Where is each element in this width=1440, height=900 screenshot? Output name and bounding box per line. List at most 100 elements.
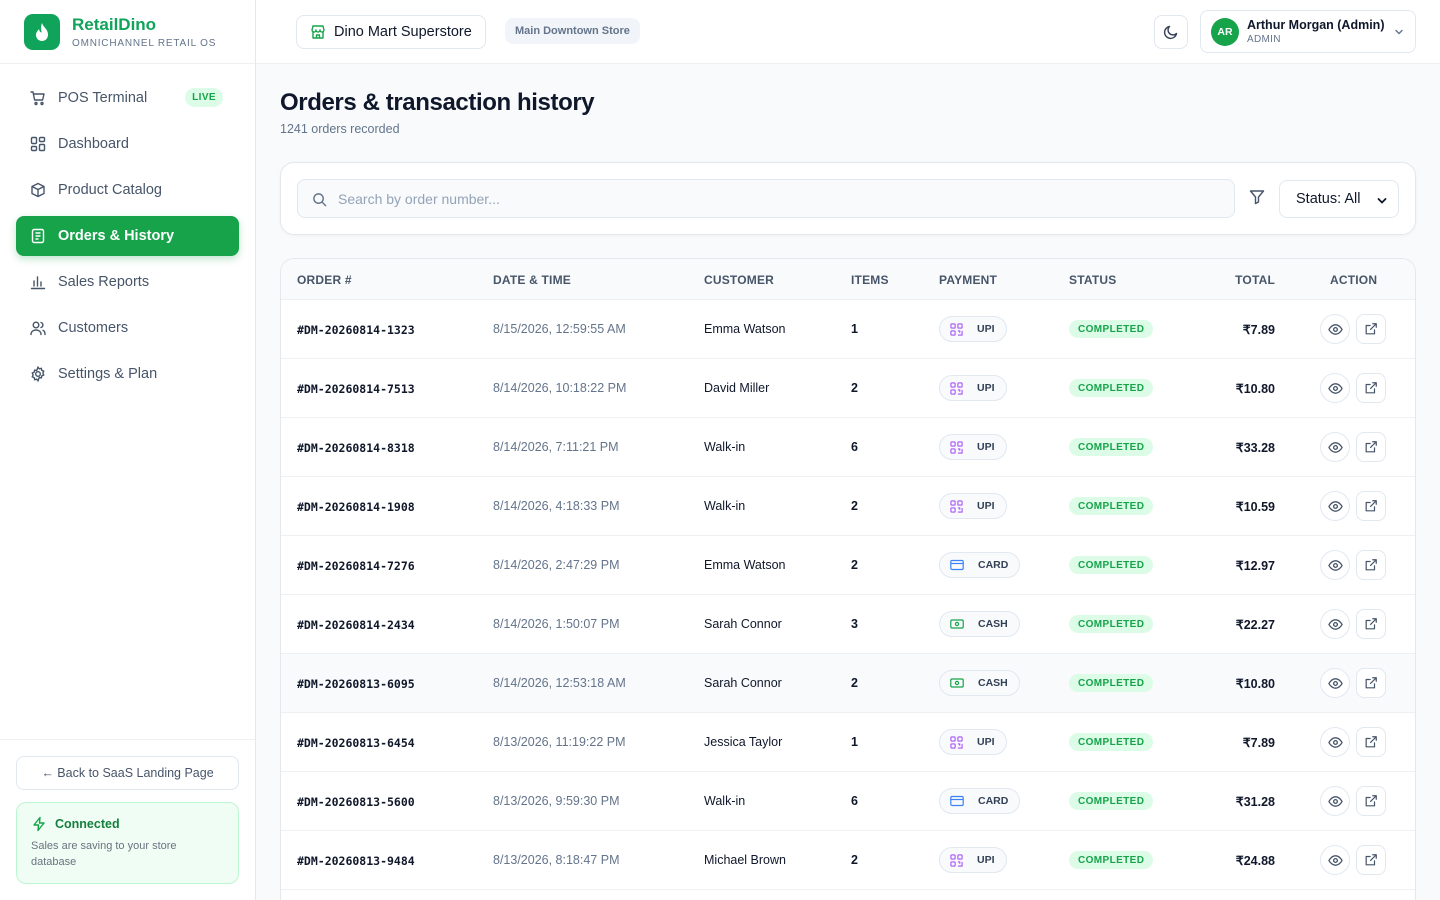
sidebar-item-label: Product Catalog: [58, 182, 162, 198]
table-row[interactable]: #DM-20260813-6095 8/14/2026, 12:53:18 AM S…: [281, 654, 1415, 713]
view-order-button[interactable]: [1320, 609, 1350, 639]
items-count: 2: [851, 558, 858, 572]
view-order-button[interactable]: [1320, 727, 1350, 757]
sidebar-item-dashboard[interactable]: Dashboard: [16, 124, 239, 164]
search-icon: [313, 193, 327, 207]
open-order-button[interactable]: [1356, 727, 1386, 757]
open-order-button[interactable]: [1356, 550, 1386, 580]
payment-method: CARD: [978, 795, 1009, 807]
filter-icon[interactable]: [1249, 189, 1265, 205]
table-row[interactable]: #DM-20260813-6454 8/13/2026, 11:19:22 PM J…: [281, 713, 1415, 772]
banknote-icon: [950, 618, 971, 630]
sidebar-item-orders-history[interactable]: Orders & History: [16, 216, 239, 256]
external-link-icon: [1365, 854, 1377, 866]
items-count: 2: [851, 676, 858, 690]
order-total: ₹24.88: [1235, 854, 1275, 868]
customer-name: Sarah Connor: [704, 676, 782, 690]
external-link-icon: [1365, 441, 1377, 453]
order-number: #DM-20260814-1323: [297, 323, 415, 337]
status-badge: COMPLETED: [1069, 851, 1154, 869]
table-row[interactable]: #DM-20260814-8318 8/14/2026, 7:11:21 PM Wa…: [281, 418, 1415, 477]
live-badge: LIVE: [185, 88, 223, 107]
view-order-button[interactable]: [1320, 786, 1350, 816]
gear-icon: [30, 366, 46, 382]
sidebar-item-sales-reports[interactable]: Sales Reports: [16, 262, 239, 302]
table-row[interactable]: #DM-20260813-5600 8/13/2026, 9:59:30 PM Wa…: [281, 772, 1415, 831]
qr-code-icon: [950, 440, 970, 454]
table-row[interactable]: #DM-20260814-1323 8/15/2026, 12:59:55 AM E…: [281, 300, 1415, 359]
cart-icon: [30, 90, 46, 106]
view-order-button[interactable]: [1320, 373, 1350, 403]
order-total: ₹10.80: [1235, 677, 1275, 691]
open-order-button[interactable]: [1356, 845, 1386, 875]
back-to-landing-button[interactable]: ← Back to SaaS Landing Page: [16, 756, 239, 790]
payment-badge: CASH: [939, 611, 1020, 637]
branch-badge: Main Downtown Store: [505, 18, 640, 44]
open-order-button[interactable]: [1356, 786, 1386, 816]
sidebar-item-customers[interactable]: Customers: [16, 308, 239, 348]
payment-method: UPI: [977, 854, 995, 866]
open-order-button[interactable]: [1356, 491, 1386, 521]
table-header: ORDER # DATE & TIME CUSTOMER ITEMS PAYME…: [281, 259, 1415, 300]
open-order-button[interactable]: [1356, 668, 1386, 698]
search-input[interactable]: [338, 180, 1218, 217]
open-order-button[interactable]: [1356, 314, 1386, 344]
order-number: #DM-20260814-7513: [297, 382, 415, 396]
sidebar-item-settings[interactable]: Settings & Plan: [16, 354, 239, 394]
flame-logo-icon: [24, 13, 60, 50]
customer-name: Walk-in: [704, 794, 746, 808]
order-total: ₹22.27: [1235, 618, 1275, 632]
connection-status-card: Connected Sales are saving to your store…: [16, 802, 239, 884]
external-link-icon: [1365, 323, 1377, 335]
eye-icon: [1327, 854, 1343, 866]
table-row[interactable]: #DM-20260813-9484 8/13/2026, 8:18:47 PM Mi…: [281, 831, 1415, 890]
payment-badge: UPI: [939, 729, 1007, 755]
theme-toggle-button[interactable]: [1154, 15, 1188, 49]
sidebar-item-pos-terminal[interactable]: POS Terminal LIVE: [16, 78, 239, 118]
order-total: ₹7.89: [1242, 323, 1275, 337]
order-date: 8/14/2026, 1:50:07 PM: [493, 617, 620, 631]
status-filter-select[interactable]: Status: All: [1279, 180, 1399, 218]
view-order-button[interactable]: [1320, 845, 1350, 875]
order-date: 8/14/2026, 12:53:18 AM: [493, 676, 626, 690]
customer-name: Walk-in: [704, 440, 746, 454]
customer-name: Emma Watson: [704, 558, 786, 572]
store-selector[interactable]: Dino Mart Superstore: [296, 15, 486, 49]
table-row[interactable]: #DM-20260814-1908 8/14/2026, 4:18:33 PM Wa…: [281, 477, 1415, 536]
brand[interactable]: RetailDino OMNICHANNEL RETAIL OS: [0, 0, 255, 64]
eye-icon: [1327, 441, 1343, 453]
bar-chart-icon: [30, 274, 46, 290]
payment-badge: UPI: [939, 493, 1007, 519]
sidebar-item-label: Settings & Plan: [58, 366, 158, 382]
order-total: ₹10.80: [1235, 382, 1275, 396]
view-order-button[interactable]: [1320, 314, 1350, 344]
table-row[interactable]: #DM-20260814-7276 8/14/2026, 2:47:29 PM Em…: [281, 536, 1415, 595]
user-name: Arthur Morgan (Admin): [1247, 18, 1385, 32]
customer-name: Emma Watson: [704, 322, 786, 336]
table-row[interactable]: #DM-20260814-2434 8/14/2026, 1:50:07 PM Sa…: [281, 595, 1415, 654]
view-order-button[interactable]: [1320, 550, 1350, 580]
filter-bar: Status: All: [280, 162, 1416, 235]
status-filter-value: Status: All: [1296, 191, 1361, 207]
table-row[interactable]: #DM-20260814-7513 8/14/2026, 10:18:22 PM D…: [281, 359, 1415, 418]
sidebar-item-product-catalog[interactable]: Product Catalog: [16, 170, 239, 210]
payment-badge: CASH: [939, 670, 1020, 696]
eye-icon: [1327, 323, 1343, 335]
view-order-button[interactable]: [1320, 668, 1350, 698]
qr-code-icon: [950, 735, 970, 749]
sidebar: RetailDino OMNICHANNEL RETAIL OS POS Ter…: [0, 0, 256, 900]
external-link-icon: [1365, 618, 1377, 630]
user-menu[interactable]: AR Arthur Morgan (Admin) ADMIN: [1200, 10, 1416, 53]
sidebar-item-label: POS Terminal: [58, 90, 148, 106]
open-order-button[interactable]: [1356, 609, 1386, 639]
items-count: 2: [851, 499, 858, 513]
column-header-action: ACTION: [1330, 273, 1378, 287]
open-order-button[interactable]: [1356, 432, 1386, 462]
view-order-button[interactable]: [1320, 491, 1350, 521]
page-subtitle: 1241 orders recorded: [280, 122, 400, 136]
open-order-button[interactable]: [1356, 373, 1386, 403]
status-badge: COMPLETED: [1069, 733, 1154, 751]
view-order-button[interactable]: [1320, 432, 1350, 462]
eye-icon: [1327, 500, 1343, 512]
payment-method: CASH: [978, 677, 1008, 689]
